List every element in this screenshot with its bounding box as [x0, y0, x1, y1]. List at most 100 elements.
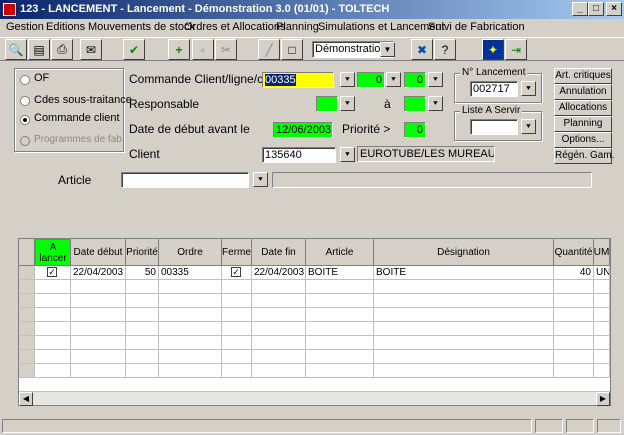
empty-cell[interactable]	[306, 364, 374, 378]
cell-priorite[interactable]: 50	[126, 266, 159, 280]
menu-editions[interactable]: Editions	[46, 21, 85, 33]
cut-icon[interactable]: ✂	[215, 39, 237, 60]
cell-date-fin[interactable]: 22/04/2003	[252, 266, 306, 280]
empty-cell[interactable]	[159, 322, 222, 336]
maximize-button[interactable]: □	[588, 2, 604, 16]
row-header[interactable]	[19, 336, 35, 350]
empty-cell[interactable]	[594, 350, 610, 364]
empty-cell[interactable]	[126, 280, 159, 294]
liste-input[interactable]	[470, 119, 518, 135]
empty-cell[interactable]	[306, 350, 374, 364]
menu-ordres[interactable]: Ordres et Allocations	[184, 21, 286, 33]
row-header[interactable]	[19, 364, 35, 378]
article-input[interactable]	[121, 172, 249, 188]
add-icon[interactable]: +	[168, 39, 190, 60]
launch-icon[interactable]: ✦	[482, 39, 504, 60]
empty-cell[interactable]	[71, 294, 126, 308]
empty-cell[interactable]	[594, 308, 610, 322]
empty-cell[interactable]	[306, 322, 374, 336]
cell-ordre[interactable]: 00335	[159, 266, 222, 280]
client-dropdown[interactable]: ⯆	[340, 147, 355, 162]
empty-cell[interactable]	[374, 336, 554, 350]
responsable-to-dropdown[interactable]: ⯆	[428, 96, 443, 111]
empty-cell[interactable]	[374, 364, 554, 378]
empty-cell[interactable]	[306, 336, 374, 350]
menu-gestion[interactable]: Gestion	[6, 21, 44, 33]
responsable-from-dropdown[interactable]: ⯆	[340, 96, 355, 111]
ligne-input[interactable]: 0	[357, 72, 385, 88]
col-header-ferme[interactable]: Ferme	[222, 239, 252, 266]
art-critiques-button[interactable]: Art. critiques	[554, 68, 612, 84]
empty-cell[interactable]	[159, 280, 222, 294]
close-button[interactable]: ×	[606, 2, 622, 16]
commande-input[interactable]: 00335	[262, 72, 334, 88]
empty-cell[interactable]	[554, 294, 594, 308]
mail-icon[interactable]: ✉	[80, 39, 102, 60]
lancement-input[interactable]: 002717	[470, 81, 518, 97]
row-header[interactable]	[19, 308, 35, 322]
empty-cell[interactable]	[222, 280, 252, 294]
empty-cell[interactable]	[252, 280, 306, 294]
col-header-priorite[interactable]: Priorité	[126, 239, 159, 266]
empty-cell[interactable]	[222, 294, 252, 308]
empty-cell[interactable]	[71, 350, 126, 364]
row-header[interactable]	[19, 294, 35, 308]
empty-cell[interactable]	[35, 364, 71, 378]
cell-article[interactable]: BOITE	[306, 266, 374, 280]
chevron-down-icon[interactable]: ▼	[380, 42, 395, 57]
empty-cell[interactable]	[252, 308, 306, 322]
cell-ferme[interactable]: ✓	[222, 266, 252, 280]
empty-cell[interactable]	[554, 364, 594, 378]
empty-cell[interactable]	[594, 294, 610, 308]
cad-dropdown[interactable]: ⯆	[428, 72, 443, 87]
empty-cell[interactable]	[374, 294, 554, 308]
empty-cell[interactable]	[554, 350, 594, 364]
radio-commande-client[interactable]	[20, 115, 30, 125]
row-header[interactable]	[19, 280, 35, 294]
priorite-input[interactable]: 0	[404, 122, 426, 138]
options-button[interactable]: Options...	[554, 132, 612, 148]
empty-cell[interactable]	[126, 308, 159, 322]
col-header-quantite[interactable]: Quantité	[554, 239, 594, 266]
menu-simulations[interactable]: Simulations et Lancement	[318, 21, 445, 33]
date-input[interactable]: 12/06/2003	[273, 122, 333, 138]
cad-input[interactable]: 0	[404, 72, 426, 88]
radio-of[interactable]	[20, 75, 30, 85]
cell-designation[interactable]: BOITE	[374, 266, 554, 280]
empty-cell[interactable]	[159, 294, 222, 308]
minimize-button[interactable]: _	[572, 2, 588, 16]
empty-cell[interactable]	[374, 280, 554, 294]
row-header[interactable]	[19, 322, 35, 336]
responsable-to-input[interactable]	[404, 96, 426, 112]
col-header-date-debut[interactable]: Date début	[71, 239, 126, 266]
menu-suivi[interactable]: Suivi de Fabrication	[428, 21, 525, 33]
empty-cell[interactable]	[126, 364, 159, 378]
print-setup-icon[interactable]: ▤	[28, 39, 50, 60]
empty-cell[interactable]	[252, 336, 306, 350]
planning-button[interactable]: Planning	[554, 116, 612, 132]
empty-cell[interactable]	[222, 322, 252, 336]
annulation-button[interactable]: Annulation	[554, 84, 612, 100]
tools-icon[interactable]: ✖	[411, 39, 433, 60]
empty-cell[interactable]	[35, 336, 71, 350]
empty-cell[interactable]	[554, 280, 594, 294]
client-input[interactable]: 135640	[262, 147, 336, 163]
empty-cell[interactable]	[374, 322, 554, 336]
preview-icon[interactable]: 🔍	[5, 39, 27, 60]
empty-cell[interactable]	[71, 322, 126, 336]
empty-cell[interactable]	[374, 308, 554, 322]
row-header[interactable]	[19, 266, 35, 280]
table-row[interactable]: ✓	[35, 266, 71, 280]
empty-cell[interactable]	[222, 336, 252, 350]
printer-icon[interactable]: ⎙	[51, 39, 73, 60]
empty-cell[interactable]	[306, 280, 374, 294]
empty-cell[interactable]	[554, 336, 594, 350]
exit-icon[interactable]: ⇥	[505, 39, 527, 60]
empty-cell[interactable]	[159, 336, 222, 350]
edit-icon[interactable]: ▫	[192, 39, 214, 60]
cell-quantite[interactable]: 40	[554, 266, 594, 280]
a-lancer-checkbox[interactable]: ✓	[47, 267, 57, 277]
empty-cell[interactable]	[159, 364, 222, 378]
ok-icon[interactable]: ✔	[123, 39, 145, 60]
col-header-um[interactable]: UM	[594, 239, 610, 266]
